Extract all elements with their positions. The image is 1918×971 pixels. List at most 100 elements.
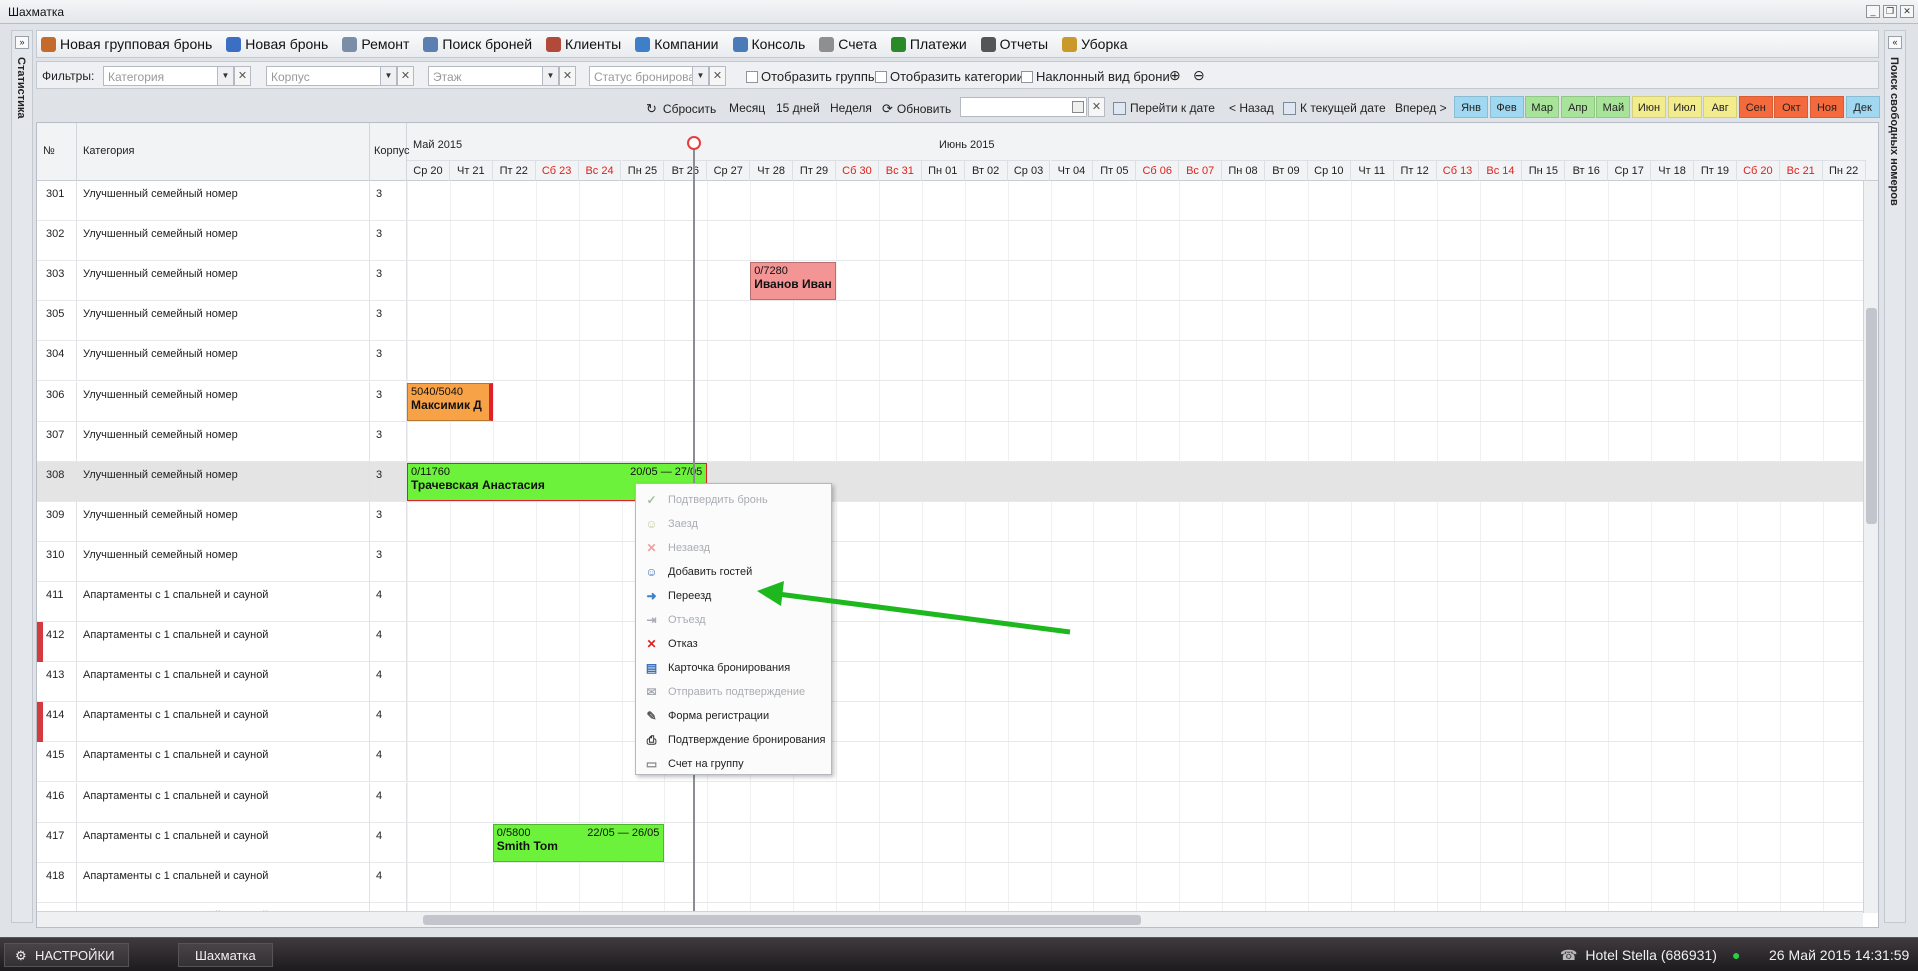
day-header-31[interactable]: Сб 20 [1736, 160, 1780, 181]
day-header-9[interactable]: Пт 29 [793, 160, 836, 181]
floor-filter[interactable]: Этаж ▼ [428, 66, 559, 86]
calendar-icon[interactable] [1072, 101, 1084, 113]
building-filter[interactable]: Корпус ▼ [266, 66, 397, 86]
expand-icon[interactable]: » [15, 36, 29, 49]
room-row[interactable]: 302 Улучшенный семейный номер 3 [37, 221, 1865, 262]
day-header-6[interactable]: Вт 26 [664, 160, 708, 181]
number-column-header[interactable]: № [37, 123, 77, 181]
day-header-11[interactable]: Вс 31 [878, 160, 922, 181]
month-button-1[interactable]: Фев [1489, 96, 1524, 118]
day-header-19[interactable]: Пн 08 [1222, 160, 1265, 181]
room-row[interactable]: 416 Апартаменты с 1 спальней и сауной 4 [37, 782, 1865, 823]
date-input[interactable] [960, 97, 1087, 117]
month-button-8[interactable]: Сен [1738, 96, 1773, 118]
booking-bar[interactable]: 0/7280 Иванов Иван [750, 262, 836, 301]
expand-icon[interactable]: « [1888, 36, 1902, 49]
room-row[interactable]: 304 Улучшенный семейный номер 3 [37, 341, 1865, 382]
day-header-23[interactable]: Пт 12 [1393, 160, 1437, 181]
room-row[interactable]: 308 Улучшенный семейный номер 3 [37, 461, 1865, 502]
15-days-view-button[interactable]: 15 дней [776, 101, 820, 115]
month-button-2[interactable]: Мар [1525, 96, 1560, 118]
month-button-0[interactable]: Янв [1454, 96, 1488, 118]
zoom-out-icon[interactable]: ⊖ [1193, 67, 1205, 84]
day-header-5[interactable]: Пн 25 [621, 160, 665, 181]
toolbar-button-4[interactable]: Клиенты [546, 36, 621, 52]
day-header-26[interactable]: Пн 15 [1522, 160, 1566, 181]
zoom-in-icon[interactable]: ⊕ [1169, 67, 1181, 84]
room-row[interactable]: 301 Улучшенный семейный номер 3 [37, 181, 1865, 221]
room-row[interactable]: 303 Улучшенный семейный номер 3 [37, 261, 1865, 302]
day-header-7[interactable]: Ср 27 [707, 160, 751, 181]
day-header-12[interactable]: Пн 01 [921, 160, 965, 181]
room-row[interactable]: 309 Улучшенный семейный номер 3 [37, 501, 1865, 542]
close-icon[interactable]: ✕ [1900, 5, 1914, 18]
toolbar-button-1[interactable]: Новая бронь [226, 36, 328, 52]
current-date-button[interactable]: К текущей дате [1283, 101, 1386, 115]
room-row[interactable]: 417 Апартаменты с 1 спальней и сауной 4 [37, 822, 1865, 863]
taskbar-window-button[interactable]: Шахматка [178, 943, 273, 967]
day-header-8[interactable]: Чт 28 [750, 160, 794, 181]
room-row[interactable]: 310 Улучшенный семейный номер 3 [37, 541, 1865, 582]
checkbox-icon[interactable] [1021, 70, 1033, 83]
day-header-29[interactable]: Чт 18 [1651, 160, 1694, 181]
clear-date-button[interactable]: ✕ [1088, 97, 1105, 117]
chevron-down-icon[interactable]: ▼ [542, 67, 558, 85]
free-rooms-panel-rail[interactable]: « Поиск свободных номеров [1884, 30, 1906, 923]
show-groups-checkbox[interactable]: Отобразить группы [746, 69, 877, 84]
toolbar-button-9[interactable]: Отчеты [980, 36, 1048, 52]
day-header-22[interactable]: Чт 11 [1350, 160, 1394, 181]
statistics-panel-rail[interactable]: » Статистика [11, 30, 33, 923]
month-button-11[interactable]: Дек [1845, 96, 1880, 118]
month-button-5[interactable]: Июн [1632, 96, 1666, 118]
month-button-3[interactable]: Апр [1560, 96, 1595, 118]
day-header-1[interactable]: Чт 21 [449, 160, 493, 181]
context-menu-item[interactable]: ✎ Форма регистрации [636, 704, 831, 728]
toolbar-button-10[interactable]: Уборка [1062, 36, 1127, 52]
week-view-button[interactable]: Неделя [830, 101, 872, 115]
scroll-thumb[interactable] [1866, 308, 1877, 524]
checkbox-icon[interactable] [746, 70, 758, 83]
day-header-13[interactable]: Вт 02 [964, 160, 1008, 181]
chevron-down-icon[interactable]: ▼ [217, 67, 233, 85]
go-to-date-button[interactable]: Перейти к дате [1113, 101, 1215, 115]
room-row[interactable]: 415 Апартаменты с 1 спальней и сауной 4 [37, 742, 1865, 783]
booking-bar[interactable]: 0/5800 Smith Tom 22/05 — 26/05 [492, 823, 665, 862]
toolbar-button-8[interactable]: Платежи [890, 36, 967, 52]
chevron-down-icon[interactable]: ▼ [380, 67, 396, 85]
day-header-17[interactable]: Сб 06 [1136, 160, 1180, 181]
category-column-header[interactable]: Категория [77, 123, 370, 181]
clear-status-button[interactable]: ✕ [709, 66, 726, 86]
left-horizontal-scrollbar[interactable] [37, 911, 407, 927]
back-button[interactable]: < Назад [1229, 101, 1274, 115]
hotel-indicator[interactable]: ☎ Hotel Stella (686931) [1560, 943, 1717, 967]
context-menu-item[interactable]: ✕ Отказ [636, 632, 831, 656]
context-menu-item[interactable]: ⎙ Подтверждение бронирования [636, 728, 831, 752]
day-header-30[interactable]: Пт 19 [1694, 160, 1737, 181]
building-column-header[interactable]: Корпус [370, 123, 409, 181]
toolbar-button-7[interactable]: Счета [819, 36, 877, 52]
room-row[interactable]: 414 Апартаменты с 1 спальней и сауной 4 [37, 702, 1865, 743]
vertical-scrollbar[interactable] [1863, 181, 1878, 913]
day-header-24[interactable]: Сб 13 [1436, 160, 1480, 181]
month-button-9[interactable]: Окт [1774, 96, 1809, 118]
settings-button[interactable]: ⚙ НАСТРОЙКИ [4, 943, 130, 967]
context-menu-item[interactable]: ☺ Добавить гостей [636, 560, 831, 584]
room-row[interactable]: 418 Апартаменты с 1 спальней и сауной 4 [37, 862, 1865, 903]
context-menu-item[interactable]: ➜ Переезд [636, 584, 831, 608]
status-filter[interactable]: Статус бронирован ▼ [589, 66, 709, 86]
toolbar-button-3[interactable]: Поиск броней [423, 36, 532, 52]
checkbox-icon[interactable] [875, 70, 887, 83]
room-row[interactable]: 307 Улучшенный семейный номер 3 [37, 421, 1865, 462]
clear-floor-button[interactable]: ✕ [559, 66, 576, 86]
day-header-20[interactable]: Вт 09 [1265, 160, 1308, 181]
forward-button[interactable]: Вперед > [1395, 101, 1447, 115]
day-header-14[interactable]: Ср 03 [1007, 160, 1051, 181]
day-header-28[interactable]: Ср 17 [1608, 160, 1652, 181]
context-menu-item[interactable]: ▤ Карточка бронирования [636, 656, 831, 680]
context-menu-item[interactable]: ▭ Счет на группу [636, 752, 831, 776]
scroll-thumb[interactable] [423, 915, 1141, 925]
day-header-18[interactable]: Вс 07 [1179, 160, 1223, 181]
month-button-6[interactable]: Июл [1667, 96, 1702, 118]
month-view-button[interactable]: Месяц [729, 101, 765, 115]
room-row[interactable]: 413 Апартаменты с 1 спальней и сауной 4 [37, 662, 1865, 703]
